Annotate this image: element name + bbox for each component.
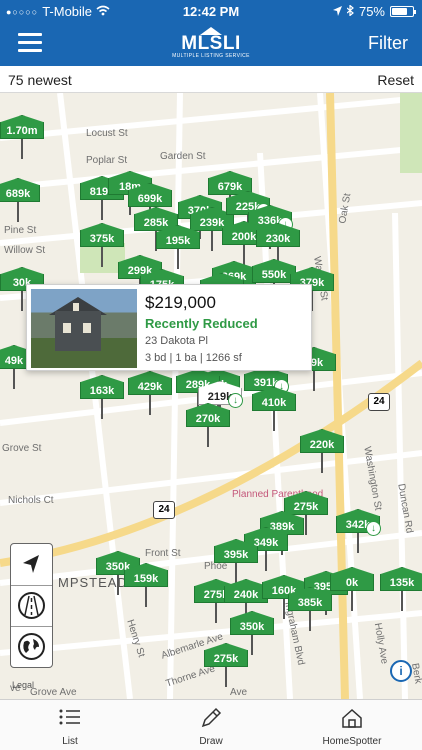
street-label: Grove St (2, 443, 42, 454)
street-label: Front St (145, 548, 181, 559)
listing-pin[interactable]: 0k (330, 567, 374, 613)
house-icon (342, 708, 362, 728)
reduced-arrow-icon: ↓ (228, 393, 243, 408)
logo-tagline: MULTIPLE LISTING SERVICE (172, 53, 250, 59)
street-label: Poplar St (86, 155, 128, 166)
status-right: 75% (332, 4, 416, 19)
map-controls (10, 543, 53, 668)
listing-price: $219,000 (145, 293, 216, 312)
list-toolbar: 75 newest Reset (0, 66, 422, 93)
listing-preview-card[interactable]: $219,000 Recently Reduced 23 Dakota Pl 3… (26, 284, 312, 371)
logo-text: MLSLI (181, 33, 241, 54)
navigation-arrow-icon (23, 555, 39, 573)
battery-icon (390, 6, 416, 17)
filter-button[interactable]: Filter (368, 33, 408, 54)
listing-pin[interactable]: 275k (204, 643, 248, 689)
listing-pin[interactable]: 410k (252, 387, 296, 433)
battery-fill (392, 8, 407, 15)
locate-me-button[interactable] (11, 544, 52, 584)
listing-pin[interactable]: 163k (80, 375, 124, 421)
nav-bar: MLSLI MULTIPLE LISTING SERVICE Filter (0, 22, 422, 66)
info-icon[interactable]: i (390, 660, 412, 682)
tab-draw-label: Draw (199, 736, 223, 747)
bluetooth-icon (346, 4, 354, 19)
listing-address: 23 Dakota Pl (145, 335, 208, 347)
listing-photo (31, 289, 137, 368)
listing-pin[interactable]: 342k ↓ (336, 509, 381, 555)
listing-pin[interactable]: 385k (288, 587, 332, 633)
status-bar: ●○○○○ T-Mobile 12:42 PM 75% (0, 0, 422, 22)
route-24-shield: 24 (153, 501, 175, 519)
menu-icon[interactable] (18, 33, 42, 53)
listing-pin[interactable]: 135k (380, 567, 422, 613)
results-count: 75 newest (8, 72, 72, 88)
listing-pin[interactable]: 429k (128, 371, 172, 417)
tab-list-label: List (62, 736, 78, 747)
listing-pin[interactable]: 689k (0, 178, 40, 224)
listing-status: Recently Reduced (145, 316, 258, 331)
location-arrow-icon (332, 4, 342, 19)
listing-pin[interactable]: 159k (124, 563, 168, 609)
street-label: Locust St (86, 128, 128, 139)
map-legal-link[interactable]: Legal (12, 680, 34, 690)
road-icon (18, 592, 45, 619)
tab-draw[interactable]: Draw (141, 700, 281, 750)
mlsli-logo: MLSLI MULTIPLE LISTING SERVICE (168, 27, 254, 61)
map-view[interactable]: Locust St Poplar St Garden St Oak St Pin… (0, 93, 422, 699)
reduced-arrow-icon: ↓ (366, 521, 381, 536)
listing-specs: 3 bd | 1 ba | 1266 sf (145, 352, 242, 364)
street-label: Garden St (160, 151, 206, 162)
street-label: Pine St (4, 225, 37, 236)
list-icon (59, 709, 80, 725)
listing-pin[interactable]: 1.70m (0, 115, 44, 161)
street-label: Grove Ave (30, 687, 77, 698)
battery-percent: 75% (358, 4, 385, 19)
street-label: Willow St (4, 245, 46, 256)
tab-list[interactable]: List (0, 700, 140, 750)
globe-icon (18, 633, 45, 660)
street-label: Nichols Ct (8, 495, 54, 506)
listing-pin[interactable]: 270k (186, 403, 230, 449)
listing-pin[interactable]: 195k (156, 225, 200, 271)
tab-homespotter-label: HomeSpotter (322, 736, 382, 747)
route-24-shield: 24 (368, 393, 390, 411)
pencil-icon (201, 707, 222, 728)
reset-button[interactable]: Reset (377, 72, 414, 88)
satellite-button[interactable] (11, 626, 52, 666)
listing-pin[interactable]: 220k (300, 429, 344, 475)
tab-bar: List Draw HomeSpotter (0, 699, 422, 750)
map-type-button[interactable] (11, 585, 52, 625)
tab-homespotter[interactable]: HomeSpotter (282, 700, 422, 750)
